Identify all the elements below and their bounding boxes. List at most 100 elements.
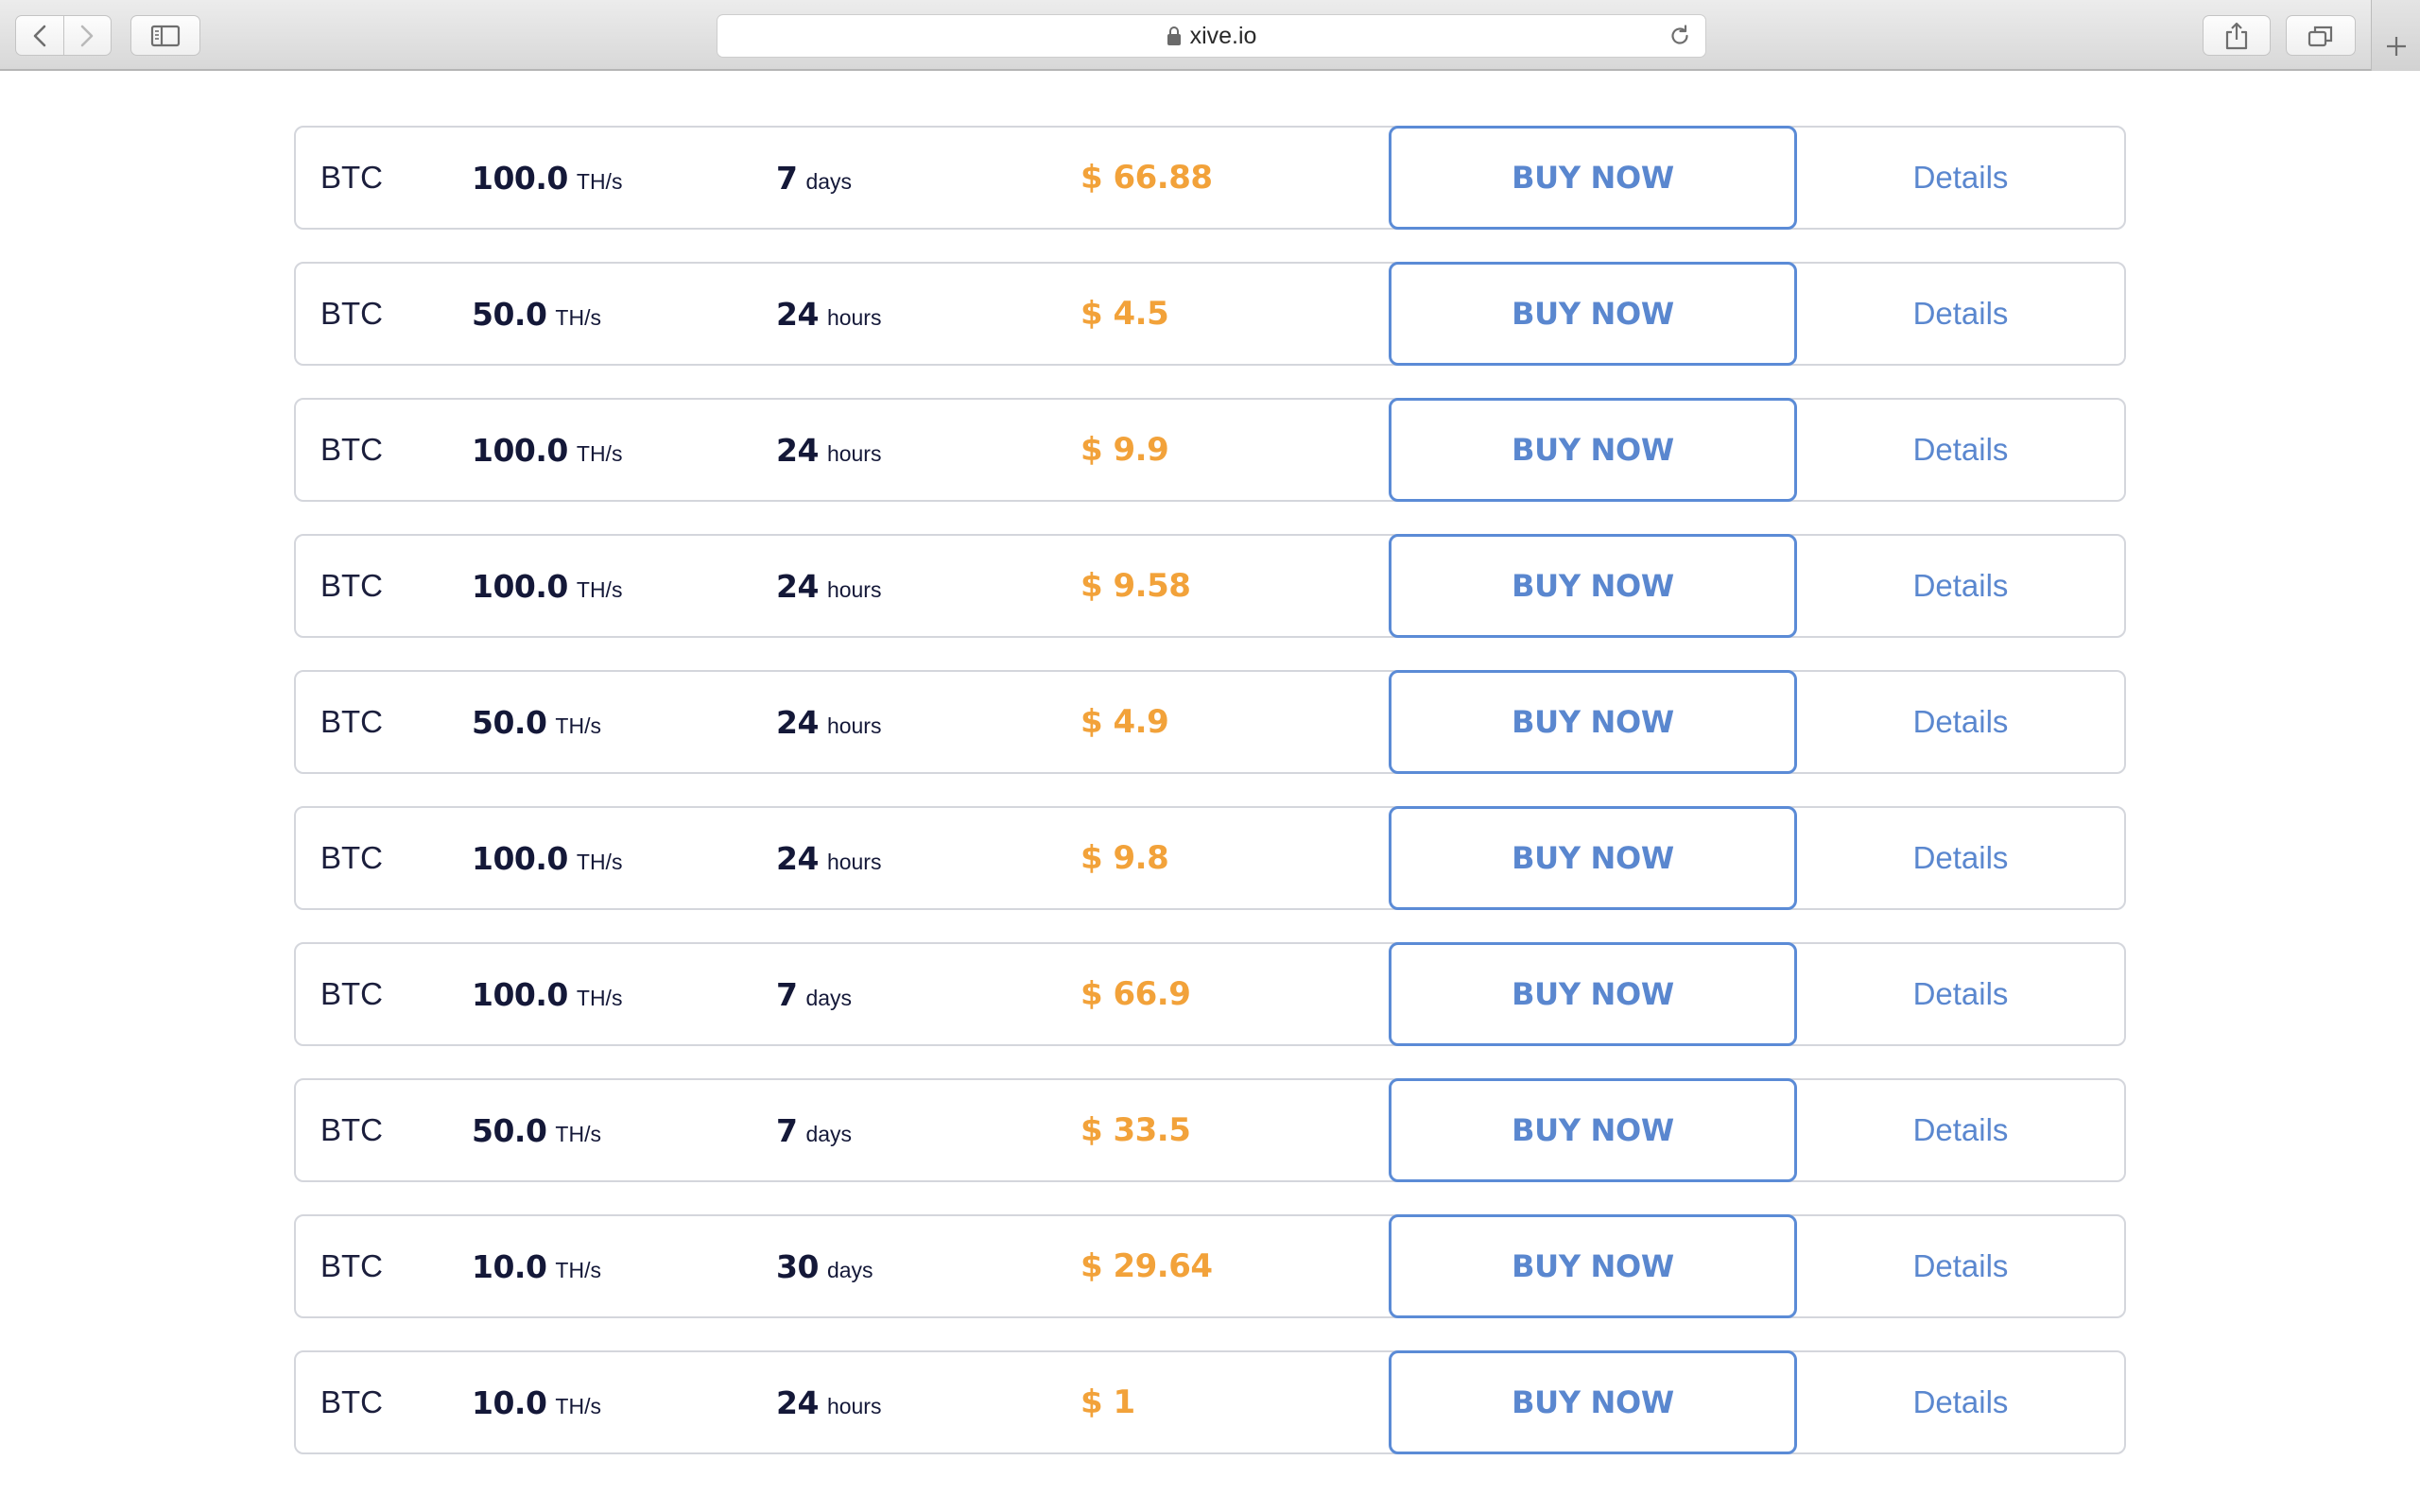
duration-unit: days (805, 1121, 853, 1146)
hashrate-value: 100.0 (472, 431, 568, 469)
back-button[interactable] (16, 16, 63, 55)
hashrate: 100.0 TH/s (472, 128, 622, 228)
coin-label: BTC (320, 432, 383, 467)
tabs-overview-button[interactable] (2286, 15, 2356, 56)
hashrate-value: 100.0 (472, 975, 568, 1013)
coin-label: BTC (320, 296, 383, 331)
offer-list: BTC 100.0 TH/s 7 days $ 66.88 BUY NOW De… (294, 126, 2126, 1486)
hashrate-unit: TH/s (555, 304, 601, 330)
price: $ 66.9 (1080, 975, 1191, 1013)
buy-now-button[interactable]: BUY NOW (1389, 1078, 1797, 1182)
details-link[interactable]: Details (1797, 128, 2124, 228)
hashrate: 100.0 TH/s (472, 808, 622, 908)
details-link[interactable]: Details (1797, 808, 2124, 908)
duration-unit: hours (826, 576, 882, 602)
address-bar[interactable]: xive.io (717, 14, 1706, 58)
buy-now-button[interactable]: BUY NOW (1389, 126, 1797, 230)
price: $ 1 (1080, 1383, 1135, 1421)
lock-icon (1167, 26, 1181, 45)
buy-now-button[interactable]: BUY NOW (1389, 534, 1797, 638)
duration: 7 days (776, 128, 852, 228)
hashrate-unit: TH/s (576, 576, 623, 602)
duration-unit: days (805, 985, 853, 1010)
details-link[interactable]: Details (1797, 1080, 2124, 1180)
hashrate-unit: TH/s (555, 713, 601, 738)
offer-row: BTC 100.0 TH/s 7 days $ 66.9 BUY NOW Det… (294, 942, 2126, 1046)
duration: 24 hours (776, 400, 881, 500)
coin-label: BTC (320, 840, 383, 875)
details-link[interactable]: Details (1797, 672, 2124, 772)
hashrate: 50.0 TH/s (472, 672, 601, 772)
hashrate: 50.0 TH/s (472, 264, 601, 364)
sidebar-icon (150, 25, 181, 46)
duration: 24 hours (776, 536, 881, 636)
duration-unit: hours (826, 849, 882, 874)
details-link[interactable]: Details (1797, 1352, 2124, 1452)
duration-value: 24 (776, 431, 819, 469)
hashrate: 100.0 TH/s (472, 400, 622, 500)
offer-row: BTC 100.0 TH/s 7 days $ 66.88 BUY NOW De… (294, 126, 2126, 230)
price: $ 33.5 (1080, 1111, 1191, 1149)
duration-value: 24 (776, 839, 819, 877)
nav-buttons (15, 15, 112, 56)
new-tab-button[interactable] (2371, 0, 2420, 71)
browser-toolbar: xive.io (0, 0, 2420, 71)
offer-row: BTC 100.0 TH/s 24 hours $ 9.58 BUY NOW D… (294, 534, 2126, 638)
details-link[interactable]: Details (1797, 1216, 2124, 1316)
coin-label: BTC (320, 704, 383, 739)
buy-now-button[interactable]: BUY NOW (1389, 262, 1797, 366)
buy-now-button[interactable]: BUY NOW (1389, 670, 1797, 774)
hashrate-unit: TH/s (555, 1121, 601, 1146)
coin-label: BTC (320, 1384, 383, 1419)
hashrate-unit: TH/s (555, 1393, 601, 1418)
duration: 30 days (776, 1216, 873, 1316)
buy-now-button[interactable]: BUY NOW (1389, 1350, 1797, 1454)
buy-now-button[interactable]: BUY NOW (1389, 398, 1797, 502)
offer-row: BTC 100.0 TH/s 24 hours $ 9.9 BUY NOW De… (294, 398, 2126, 502)
hashrate-value: 50.0 (472, 703, 547, 741)
hashrate: 50.0 TH/s (472, 1080, 601, 1180)
chevron-left-icon (33, 25, 46, 46)
buy-now-button[interactable]: BUY NOW (1389, 1214, 1797, 1318)
offer-row: BTC 50.0 TH/s 7 days $ 33.5 BUY NOW Deta… (294, 1078, 2126, 1182)
offer-row: BTC 10.0 TH/s 24 hours $ 1 BUY NOW Detai… (294, 1350, 2126, 1454)
duration-unit: hours (826, 713, 882, 738)
hashrate-unit: TH/s (555, 1257, 601, 1282)
url-text: xive.io (1189, 22, 1257, 49)
price: $ 4.5 (1080, 295, 1169, 333)
buy-now-button[interactable]: BUY NOW (1389, 942, 1797, 1046)
hashrate-unit: TH/s (576, 440, 623, 466)
hashrate-value: 100.0 (472, 839, 568, 877)
hashrate: 100.0 TH/s (472, 536, 622, 636)
forward-button[interactable] (62, 16, 112, 55)
offer-row: BTC 100.0 TH/s 24 hours $ 9.8 BUY NOW De… (294, 806, 2126, 910)
duration-value: 24 (776, 1383, 819, 1421)
duration: 24 hours (776, 1352, 881, 1452)
details-link[interactable]: Details (1797, 264, 2124, 364)
details-link[interactable]: Details (1797, 944, 2124, 1044)
duration-unit: days (826, 1257, 873, 1282)
reload-button[interactable] (1668, 24, 1692, 53)
details-link[interactable]: Details (1797, 536, 2124, 636)
offer-row: BTC 50.0 TH/s 24 hours $ 4.9 BUY NOW Det… (294, 670, 2126, 774)
hashrate-unit: TH/s (576, 168, 623, 194)
chevron-right-icon (80, 25, 94, 46)
buy-now-button[interactable]: BUY NOW (1389, 806, 1797, 910)
duration-value: 30 (776, 1247, 819, 1285)
share-button[interactable] (2203, 15, 2271, 56)
details-link[interactable]: Details (1797, 400, 2124, 500)
sidebar-toggle-button[interactable] (130, 15, 200, 56)
duration-unit: hours (826, 304, 882, 330)
price: $ 9.8 (1080, 839, 1169, 877)
plus-icon (2386, 36, 2406, 56)
hashrate: 10.0 TH/s (472, 1352, 601, 1452)
price: $ 29.64 (1080, 1247, 1213, 1285)
duration-unit: hours (826, 1393, 882, 1418)
hashrate-value: 50.0 (472, 295, 547, 333)
offer-row: BTC 10.0 TH/s 30 days $ 29.64 BUY NOW De… (294, 1214, 2126, 1318)
price: $ 66.88 (1080, 159, 1213, 197)
duration-value: 7 (776, 1111, 798, 1149)
hashrate-value: 100.0 (472, 159, 568, 197)
duration-value: 24 (776, 703, 819, 741)
duration-value: 7 (776, 159, 798, 197)
